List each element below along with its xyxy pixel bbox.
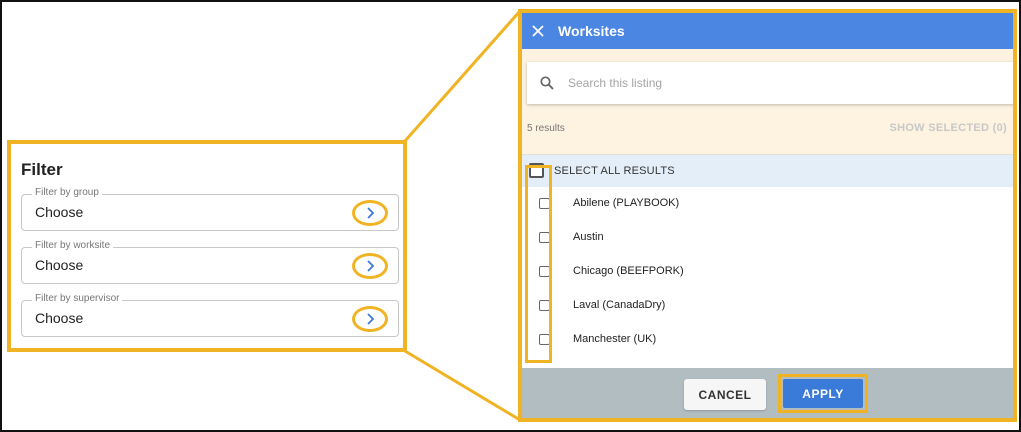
chevron-right-icon bbox=[367, 313, 375, 325]
filter-by-group-value: Choose bbox=[35, 204, 84, 220]
checkbox-column-highlight bbox=[525, 165, 552, 363]
list-item[interactable]: Austin bbox=[522, 221, 1013, 255]
filter-by-supervisor-field[interactable]: Filter by supervisor Choose bbox=[21, 293, 399, 337]
filter-by-group-open-button[interactable] bbox=[352, 200, 388, 226]
chevron-right-icon bbox=[367, 207, 375, 219]
item-label: Chicago (BEEFPORK) bbox=[573, 265, 684, 277]
list-item[interactable]: Laval (CanadaDry) bbox=[522, 289, 1013, 323]
item-label: Abilene (PLAYBOOK) bbox=[573, 197, 680, 209]
item-label: Manchester (UK) bbox=[573, 333, 657, 345]
dialog-header: Worksites bbox=[522, 13, 1013, 49]
results-count: 5 results bbox=[527, 123, 565, 134]
filter-by-worksite-value: Choose bbox=[35, 257, 84, 273]
item-label: Austin bbox=[573, 231, 604, 243]
select-all-row[interactable]: SELECT ALL RESULTS bbox=[522, 155, 1013, 187]
select-all-label: SELECT ALL RESULTS bbox=[554, 165, 675, 177]
search-icon bbox=[540, 76, 554, 90]
list-item[interactable]: Chicago (BEEFPORK) bbox=[522, 255, 1013, 289]
item-label: Laval (CanadaDry) bbox=[573, 299, 666, 311]
filter-by-supervisor-open-button[interactable] bbox=[352, 306, 388, 332]
filter-by-worksite-open-button[interactable] bbox=[352, 253, 388, 279]
filter-by-worksite-label: Filter by worksite bbox=[32, 240, 114, 251]
apply-button[interactable]: APPLY bbox=[783, 379, 863, 408]
filter-by-supervisor-label: Filter by supervisor bbox=[32, 293, 123, 304]
cancel-button[interactable]: CANCEL bbox=[684, 379, 766, 410]
worksites-dialog: Worksites Search this listing 5 results … bbox=[518, 9, 1017, 422]
chevron-right-icon bbox=[367, 260, 375, 272]
search-input[interactable]: Search this listing bbox=[527, 62, 1013, 104]
filter-title: Filter bbox=[21, 160, 63, 179]
list-item[interactable]: Manchester (UK) bbox=[522, 323, 1013, 357]
filter-by-supervisor-value: Choose bbox=[35, 310, 84, 326]
search-area: Search this listing 5 results SHOW SELEC… bbox=[522, 49, 1013, 155]
filter-by-worksite-field[interactable]: Filter by worksite Choose bbox=[21, 240, 399, 284]
close-icon bbox=[532, 25, 544, 37]
filter-by-group-label: Filter by group bbox=[32, 187, 102, 198]
filter-panel: Filter Filter by group Choose Filter by … bbox=[7, 140, 407, 352]
show-selected-button[interactable]: SHOW SELECTED (0) bbox=[889, 122, 1007, 134]
dialog-title: Worksites bbox=[558, 23, 625, 39]
dialog-footer: CANCEL APPLY bbox=[522, 368, 1013, 418]
filter-by-group-field[interactable]: Filter by group Choose bbox=[21, 187, 399, 231]
list-item[interactable]: Abilene (PLAYBOOK) bbox=[522, 187, 1013, 221]
close-button[interactable] bbox=[532, 25, 544, 37]
search-placeholder: Search this listing bbox=[568, 76, 663, 90]
